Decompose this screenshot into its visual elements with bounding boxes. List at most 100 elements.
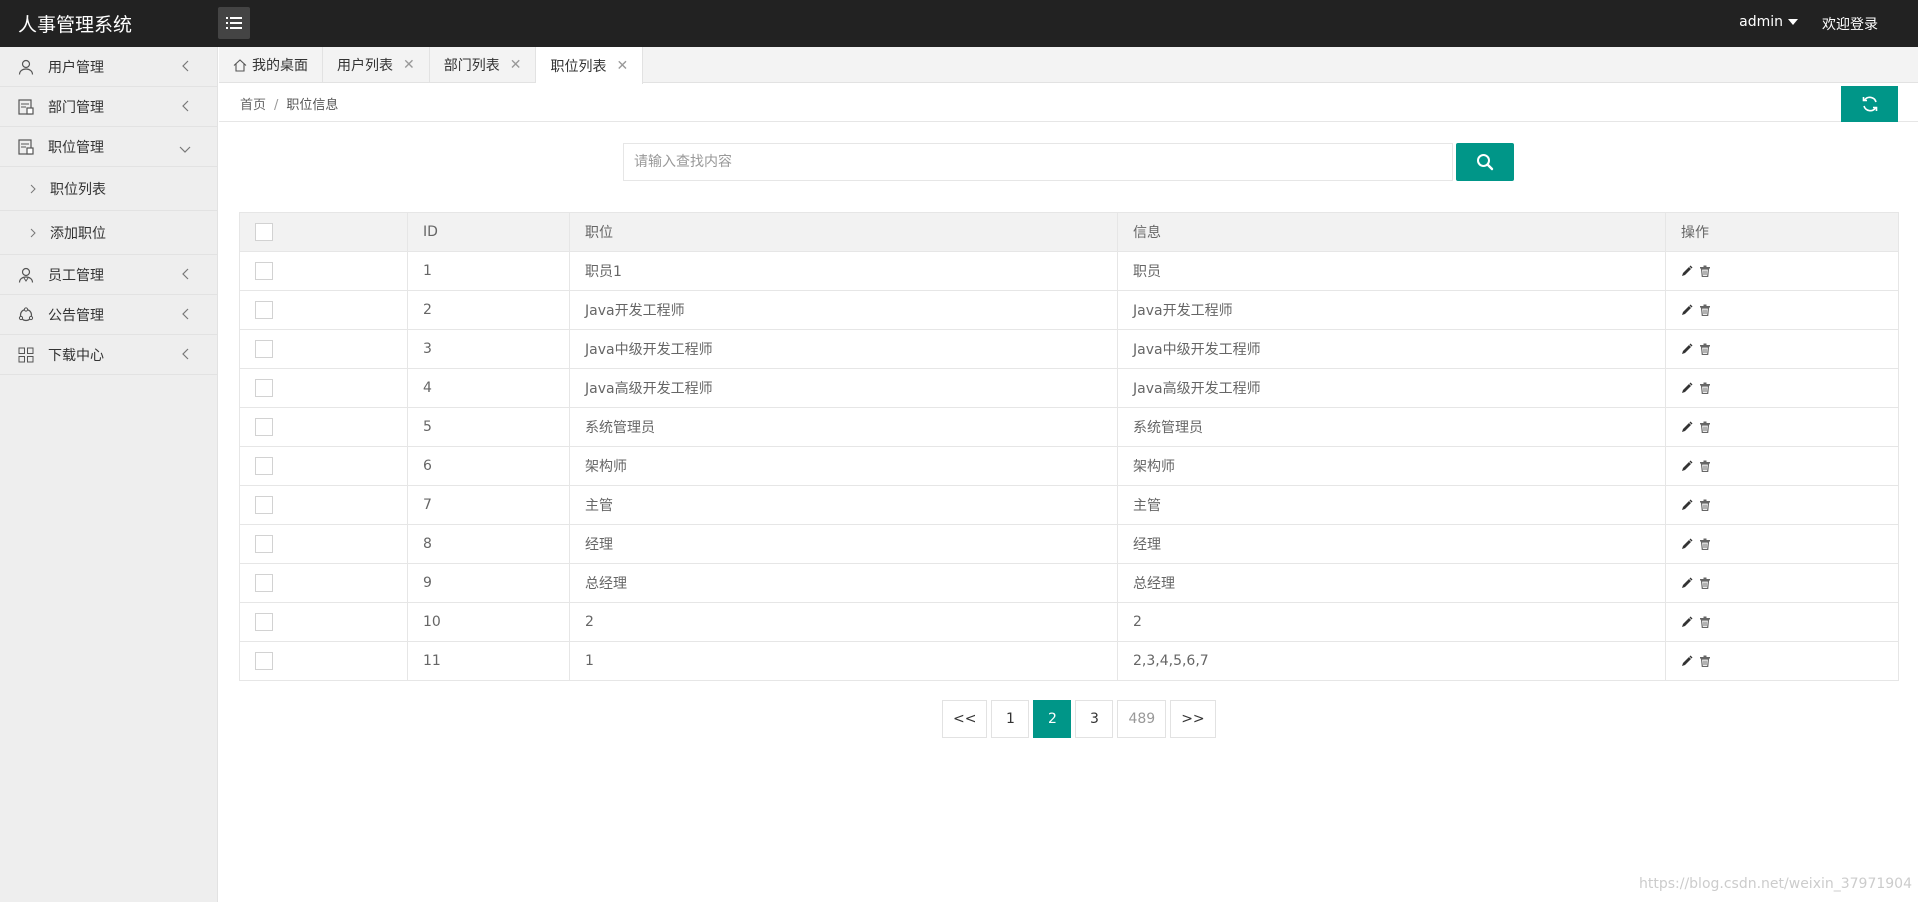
edit-icon[interactable] bbox=[1681, 265, 1693, 277]
breadcrumb: 首页 / 职位信息 bbox=[240, 94, 338, 113]
edit-icon[interactable] bbox=[1681, 616, 1693, 628]
user-icon bbox=[18, 59, 34, 75]
cell-position: 经理 bbox=[569, 524, 1118, 564]
tab-position-list[interactable]: 职位列表 ✕ bbox=[536, 47, 644, 84]
department-icon bbox=[18, 98, 34, 115]
cell-actions bbox=[1665, 251, 1899, 291]
sidebar-item-position-management[interactable]: 职位管理 bbox=[0, 127, 217, 167]
row-checkbox[interactable] bbox=[255, 457, 273, 475]
close-icon[interactable]: ✕ bbox=[510, 57, 522, 73]
delete-icon[interactable] bbox=[1699, 655, 1711, 667]
delete-icon[interactable] bbox=[1699, 499, 1711, 511]
top-header: 人事管理系统 admin 欢迎登录 bbox=[0, 0, 1918, 47]
close-icon[interactable]: ✕ bbox=[403, 57, 415, 73]
edit-icon[interactable] bbox=[1681, 343, 1693, 355]
edit-icon[interactable] bbox=[1681, 460, 1693, 472]
cell-info: 2,3,4,5,6,7 bbox=[1117, 641, 1666, 681]
sidebar-item-notice-management[interactable]: 公告管理 bbox=[0, 295, 217, 335]
pagination-page-3[interactable]: 3 bbox=[1075, 700, 1114, 738]
table-row: 10 2 2 bbox=[239, 602, 1899, 642]
cell-position: 主管 bbox=[569, 485, 1118, 525]
row-checkbox[interactable] bbox=[255, 340, 273, 358]
edit-icon[interactable] bbox=[1681, 304, 1693, 316]
user-dropdown[interactable]: admin bbox=[1739, 14, 1798, 30]
delete-icon[interactable] bbox=[1699, 265, 1711, 277]
sidebar-item-label: 部门管理 bbox=[48, 99, 104, 116]
row-select-cell bbox=[239, 251, 408, 291]
cell-position: 职员1 bbox=[569, 251, 1118, 291]
tab-label: 职位列表 bbox=[550, 58, 607, 75]
delete-icon[interactable] bbox=[1699, 577, 1711, 589]
table-row: 5 系统管理员 系统管理员 bbox=[239, 407, 1899, 447]
table-row: 11 1 2,3,4,5,6,7 bbox=[239, 641, 1899, 681]
refresh-button[interactable] bbox=[1841, 86, 1898, 122]
pagination-next-button[interactable]: >> bbox=[1170, 700, 1216, 738]
pagination-page-1[interactable]: 1 bbox=[991, 700, 1030, 738]
sidebar-subitem-position-list[interactable]: 职位列表 bbox=[0, 167, 217, 211]
caret-down-icon bbox=[1788, 19, 1798, 25]
cell-position: 系统管理员 bbox=[569, 407, 1118, 447]
row-checkbox[interactable] bbox=[255, 574, 273, 592]
menu-toggle-button[interactable] bbox=[218, 7, 250, 39]
row-checkbox[interactable] bbox=[255, 379, 273, 397]
table-row: 3 Java中级开发工程师 Java中级开发工程师 bbox=[239, 329, 1899, 369]
row-checkbox[interactable] bbox=[255, 301, 273, 319]
sidebar-subitem-add-position[interactable]: 添加职位 bbox=[0, 211, 217, 255]
position-icon bbox=[18, 138, 34, 155]
select-all-checkbox[interactable] bbox=[255, 223, 273, 241]
row-checkbox[interactable] bbox=[255, 418, 273, 436]
sidebar-item-user-management[interactable]: 用户管理 bbox=[0, 47, 217, 87]
edit-icon[interactable] bbox=[1681, 655, 1693, 667]
sidebar-item-department-management[interactable]: 部门管理 bbox=[0, 87, 217, 127]
delete-icon[interactable] bbox=[1699, 343, 1711, 355]
refresh-icon bbox=[1862, 96, 1877, 112]
search-input[interactable] bbox=[623, 143, 1453, 181]
pagination-prev-button[interactable]: << bbox=[942, 700, 988, 738]
search-button[interactable] bbox=[1456, 143, 1514, 181]
delete-icon[interactable] bbox=[1699, 616, 1711, 628]
row-checkbox[interactable] bbox=[255, 496, 273, 514]
edit-icon[interactable] bbox=[1681, 577, 1693, 589]
cell-id: 2 bbox=[407, 290, 570, 330]
row-select-cell bbox=[239, 485, 408, 525]
tab-user-list[interactable]: 用户列表 ✕ bbox=[323, 47, 430, 83]
tab-bar: 我的桌面 用户列表 ✕ 部门列表 ✕ 职位列表 ✕ bbox=[219, 47, 1918, 84]
chevron-left-icon bbox=[181, 268, 189, 284]
tab-my-desktop[interactable]: 我的桌面 bbox=[219, 47, 323, 83]
welcome-login-link[interactable]: 欢迎登录 bbox=[1822, 14, 1878, 34]
column-header-actions: 操作 bbox=[1665, 212, 1899, 252]
pagination-page-last[interactable]: 489 bbox=[1117, 700, 1167, 738]
cell-info: 系统管理员 bbox=[1117, 407, 1666, 447]
sidebar-item-label: 下载中心 bbox=[48, 347, 104, 364]
sidebar-item-employee-management[interactable]: 员工管理 bbox=[0, 255, 217, 295]
edit-icon[interactable] bbox=[1681, 538, 1693, 550]
delete-icon[interactable] bbox=[1699, 460, 1711, 472]
notice-icon bbox=[18, 306, 34, 323]
edit-icon[interactable] bbox=[1681, 382, 1693, 394]
sidebar-item-download-center[interactable]: 下载中心 bbox=[0, 335, 217, 375]
cell-actions bbox=[1665, 329, 1899, 369]
row-checkbox[interactable] bbox=[255, 652, 273, 670]
chevron-left-icon bbox=[181, 308, 189, 324]
sidebar: 用户管理 部门管理 职位管理 职位列表 添加职位 员工管理 公告管理 下载中心 bbox=[0, 47, 218, 902]
delete-icon[interactable] bbox=[1699, 304, 1711, 316]
row-checkbox[interactable] bbox=[255, 535, 273, 553]
breadcrumb-home-link[interactable]: 首页 bbox=[240, 98, 266, 113]
sidebar-subitem-label: 职位列表 bbox=[50, 181, 106, 198]
column-header-id: ID bbox=[407, 212, 570, 252]
delete-icon[interactable] bbox=[1699, 421, 1711, 433]
delete-icon[interactable] bbox=[1699, 382, 1711, 394]
breadcrumb-separator: / bbox=[274, 98, 279, 113]
row-select-cell bbox=[239, 446, 408, 486]
pagination-page-2[interactable]: 2 bbox=[1033, 700, 1072, 738]
tab-department-list[interactable]: 部门列表 ✕ bbox=[430, 47, 537, 83]
delete-icon[interactable] bbox=[1699, 538, 1711, 550]
cell-actions bbox=[1665, 563, 1899, 603]
row-checkbox[interactable] bbox=[255, 262, 273, 280]
cell-id: 3 bbox=[407, 329, 570, 369]
edit-icon[interactable] bbox=[1681, 421, 1693, 433]
edit-icon[interactable] bbox=[1681, 499, 1693, 511]
row-checkbox[interactable] bbox=[255, 613, 273, 631]
close-icon[interactable]: ✕ bbox=[616, 58, 628, 74]
chevron-right-icon bbox=[30, 228, 36, 238]
